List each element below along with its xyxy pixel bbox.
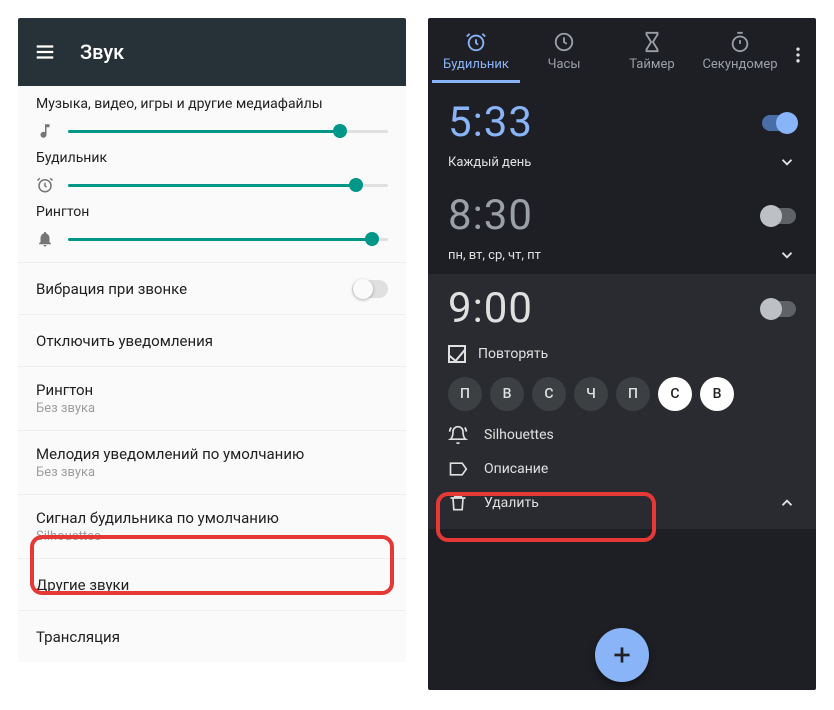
label-icon — [448, 459, 468, 479]
day-mon[interactable]: П — [448, 377, 482, 411]
alarm-label-row[interactable]: Описание — [448, 459, 796, 479]
tab-stopwatch[interactable]: Секундомер — [696, 27, 784, 83]
day-sun[interactable]: В — [700, 377, 734, 411]
day-sat[interactable]: С — [658, 377, 692, 411]
add-alarm-fab[interactable] — [595, 628, 649, 682]
day-wed[interactable]: С — [532, 377, 566, 411]
alarm-toggle[interactable] — [762, 115, 796, 131]
alarm-row-1[interactable]: 5:33 Каждый день — [428, 88, 816, 181]
alarm-delete-row[interactable]: Удалить — [448, 493, 796, 513]
vibrate-label: Вибрация при звонке — [36, 280, 187, 298]
clock-app-screen: Будильник Часы Таймер Секундомер 5:33 Ка… — [428, 18, 816, 690]
day-selector: П В С Ч П С В — [448, 377, 796, 411]
media-volume-label: Музыка, видео, игры и другие медиафайлы — [36, 96, 388, 112]
day-thu[interactable]: Ч — [574, 377, 608, 411]
media-volume-slider[interactable] — [68, 130, 388, 133]
vibrate-on-call-row[interactable]: Вибрация при звонке — [18, 262, 406, 314]
tab-bar: Будильник Часы Таймер Секундомер — [428, 18, 816, 88]
ringtone-volume-row: Рингтон — [18, 194, 406, 262]
alarm-ringtone-row[interactable]: Silhouettes — [448, 425, 796, 445]
alarm-days: Каждый день — [448, 155, 531, 170]
notification-sound-row[interactable]: Мелодия уведомлений по умолчанию Без зву… — [18, 430, 406, 494]
default-alarm-sound-row[interactable]: Сигнал будильника по умолчанию Silhouett… — [18, 494, 406, 558]
alarm-volume-label: Будильник — [36, 150, 388, 166]
alarm-time[interactable]: 5:33 — [448, 98, 533, 147]
alarm-row-3-expanded: 9:00 Повторять П В С Ч П С В Silhouettes — [428, 274, 816, 529]
menu-icon[interactable] — [34, 41, 56, 63]
day-tue[interactable]: В — [490, 377, 524, 411]
repeat-row[interactable]: Повторять — [448, 345, 796, 363]
tab-clock[interactable]: Часы — [520, 27, 608, 83]
alarm-time[interactable]: 9:00 — [448, 284, 533, 333]
alarm-toggle[interactable] — [762, 301, 796, 317]
ringtone-volume-label: Рингтон — [36, 204, 388, 220]
ringtone-row[interactable]: Рингтон Без звука — [18, 366, 406, 430]
trash-icon — [448, 493, 468, 513]
chevron-down-icon[interactable] — [778, 153, 796, 171]
alarm-icon — [36, 176, 54, 194]
other-sounds-row[interactable]: Другие звуки — [18, 558, 406, 610]
music-note-icon — [36, 122, 54, 140]
tab-alarm[interactable]: Будильник — [432, 27, 520, 83]
alarm-volume-row: Будильник — [18, 140, 406, 194]
vibrate-switch[interactable] — [352, 280, 388, 298]
page-title: Звук — [80, 40, 124, 64]
cast-row[interactable]: Трансляция — [18, 610, 406, 662]
day-fri[interactable]: П — [616, 377, 650, 411]
alarm-time[interactable]: 8:30 — [448, 191, 533, 240]
bell-ring-icon — [448, 425, 468, 445]
more-options-button[interactable] — [784, 45, 812, 65]
repeat-checkbox[interactable] — [448, 345, 466, 363]
tab-timer[interactable]: Таймер — [608, 27, 696, 83]
bell-icon — [36, 230, 54, 248]
sound-settings-screen: Звук Музыка, видео, игры и другие медиаф… — [18, 18, 406, 690]
alarm-toggle[interactable] — [762, 208, 796, 224]
alarm-row-2[interactable]: 8:30 пн, вт, ср, чт, пт — [428, 181, 816, 274]
alarm-days: пн, вт, ср, чт, пт — [448, 248, 541, 263]
mute-notifications-row[interactable]: Отключить уведомления — [18, 314, 406, 366]
ringtone-volume-slider[interactable] — [68, 238, 388, 241]
alarm-volume-slider[interactable] — [68, 184, 388, 187]
media-volume-row: Музыка, видео, игры и другие медиафайлы — [18, 86, 406, 140]
app-bar: Звук — [18, 18, 406, 86]
chevron-down-icon[interactable] — [778, 246, 796, 264]
chevron-up-icon[interactable] — [778, 494, 796, 512]
